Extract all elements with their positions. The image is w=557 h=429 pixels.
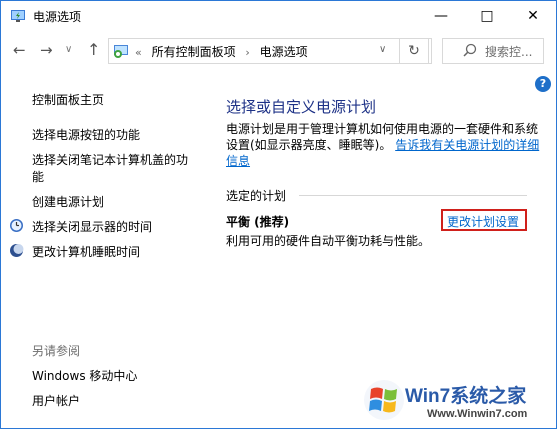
learn-more-link-cont[interactable]: 信息 (226, 154, 250, 168)
refresh-button[interactable]: ↻ (399, 38, 429, 64)
recent-locations-chevron-icon[interactable]: ∨ (65, 44, 72, 55)
windows-logo-icon (364, 380, 404, 420)
control-panel-icon (114, 45, 128, 58)
maximize-button[interactable]: □ (464, 1, 510, 31)
description-line2: 设置(如显示器亮度、睡眠等)。 (226, 138, 392, 152)
user-accounts-link[interactable]: 用户帐户 (32, 392, 80, 409)
search-input[interactable]: 搜索控... (485, 43, 532, 60)
learn-more-link[interactable]: 告诉我有关电源计划的详细 (395, 138, 539, 152)
sleep-time-link[interactable]: 更改计算机睡眠时间 (32, 243, 140, 260)
see-also-heading: 另请参阅 (32, 344, 81, 358)
back-arrow-icon[interactable]: ← (13, 41, 26, 59)
up-arrow-icon[interactable]: ↑ (87, 40, 100, 59)
section-divider (299, 195, 527, 196)
navigation-bar: ← → ∨ ↑ « 所有控制面板项 › 电源选项 ∨ ↻ 搜索控... (1, 31, 556, 71)
selected-plan-heading: 选定的计划 (226, 189, 287, 203)
breadcrumb-separator-icon[interactable]: › (245, 46, 249, 59)
address-bar[interactable]: « 所有控制面板项 › 电源选项 ∨ (108, 38, 432, 64)
close-button[interactable]: ✕ (510, 1, 556, 31)
watermark-url: Www.Winwin7.com (427, 408, 528, 420)
address-dropdown-icon[interactable]: ∨ (379, 44, 386, 55)
choose-power-button-link[interactable]: 选择电源按钮的功能 (32, 126, 140, 143)
power-options-window: 电源选项 — □ ✕ ← → ∨ ↑ « 所有控制面板项 › 电源选项 ∨ ↻ (0, 0, 557, 429)
page-description: 电源计划是用于管理计算机如何使用电源的一套硬件和系统 设置(如显示器亮度、睡眠等… (226, 121, 546, 169)
search-box[interactable]: 搜索控... (442, 38, 544, 64)
watermark-brand: Win7系统之家 (405, 386, 527, 407)
search-icon (463, 43, 477, 57)
windows-mobility-center-link[interactable]: Windows 移动中心 (32, 367, 137, 384)
change-plan-settings-link[interactable]: 更改计划设置 (447, 213, 519, 230)
plan-name-balanced: 平衡 (推荐) (226, 215, 290, 229)
display-clock-icon (10, 219, 23, 232)
minimize-button[interactable]: — (418, 1, 464, 31)
title-bar: 电源选项 — □ ✕ (1, 1, 556, 31)
window-title: 电源选项 (33, 10, 82, 24)
page-title: 选择或自定义电源计划 (226, 98, 377, 116)
choose-lid-close-link-cont[interactable]: 能 (32, 168, 44, 185)
forward-arrow-icon[interactable]: → (40, 41, 53, 59)
create-power-plan-link[interactable]: 创建电源计划 (32, 193, 104, 210)
watermark: Win7系统之家 Www.Winwin7.com (361, 375, 556, 428)
sleep-moon-icon (10, 244, 24, 257)
breadcrumb: « 所有控制面板项 › 电源选项 (135, 43, 314, 60)
choose-lid-close-link[interactable]: 选择关闭笔记本计算机盖的功 (32, 151, 188, 168)
control-panel-home-link[interactable]: 控制面板主页 (32, 91, 104, 108)
power-options-icon (11, 10, 25, 22)
plan-description: 利用可用的硬件自动平衡功耗与性能。 (226, 234, 431, 248)
breadcrumb-all-items[interactable]: 所有控制面板项 (152, 45, 236, 59)
help-icon[interactable]: ? (535, 76, 551, 92)
breadcrumb-overflow[interactable]: « (135, 46, 142, 59)
display-off-time-link[interactable]: 选择关闭显示器的时间 (32, 218, 152, 235)
description-line1: 电源计划是用于管理计算机如何使用电源的一套硬件和系统 (226, 122, 539, 136)
breadcrumb-power-options[interactable]: 电源选项 (260, 45, 308, 59)
